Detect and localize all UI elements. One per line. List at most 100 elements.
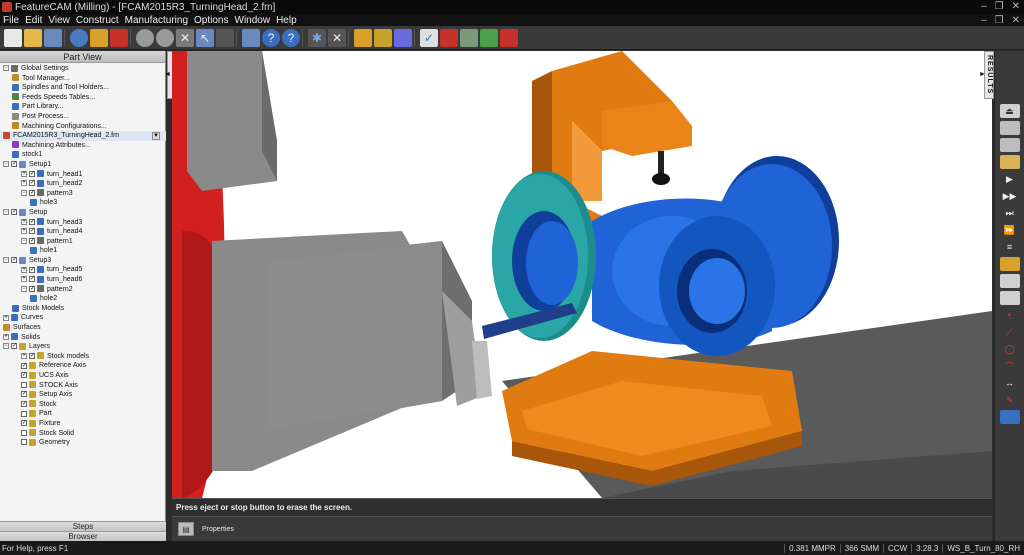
tree-expander-icon[interactable]: +	[21, 180, 27, 187]
doc-minimize-button[interactable]: –	[981, 15, 987, 26]
select-icon[interactable]: ↖	[196, 28, 214, 47]
tree-expander-icon[interactable]: −	[3, 343, 9, 350]
tree-expander-icon[interactable]: −	[3, 209, 9, 216]
tree-item[interactable]: ✓ UCS Axis	[0, 371, 166, 381]
end-icon[interactable]: ⏩	[1000, 223, 1020, 237]
tree-checkbox[interactable]: ✓	[21, 400, 27, 407]
new-icon[interactable]	[4, 28, 22, 47]
document-dropdown-icon[interactable]: ▼	[152, 132, 160, 141]
tree-item[interactable]: ✓ Reference Axis	[0, 361, 166, 371]
tree-item[interactable]: − ✓ Setup3	[0, 256, 166, 266]
tree-checkbox[interactable]	[21, 439, 27, 446]
point-icon[interactable]	[999, 257, 1020, 271]
tree-item[interactable]: Stock Models	[0, 304, 166, 314]
tree-checkbox[interactable]: ✓	[11, 257, 17, 264]
3d-viewport[interactable]	[172, 51, 992, 498]
menu-window[interactable]: Window	[232, 15, 274, 26]
tree-checkbox[interactable]: ✓	[29, 228, 35, 235]
tree-checkbox[interactable]: ✓	[29, 352, 35, 359]
tree-item[interactable]: Part Library...	[0, 102, 166, 112]
simulation-icon[interactable]: ✱	[308, 28, 326, 47]
tree-item[interactable]: + Solids	[0, 333, 166, 343]
tree-checkbox[interactable]: ✓	[29, 170, 35, 177]
toolpath-icon[interactable]: ✕	[328, 28, 346, 47]
tree-expander-icon[interactable]: −	[21, 285, 27, 292]
tree-item[interactable]: FCAM2015R3_TurningHead_2.fm ▼	[0, 131, 166, 141]
erase-icon[interactable]	[110, 28, 128, 47]
tree-expander-icon[interactable]: −	[3, 257, 9, 264]
menu-edit[interactable]: Edit	[22, 15, 45, 26]
menu-view[interactable]: View	[45, 15, 73, 26]
tree-expander-icon[interactable]: +	[21, 170, 27, 177]
dimension-icon[interactable]	[242, 28, 260, 47]
tree-checkbox[interactable]: ✓	[29, 266, 35, 273]
arrow-icon[interactable]	[480, 28, 498, 47]
arc-icon[interactable]: ⟋	[1000, 325, 1020, 339]
tree-item[interactable]: stock1	[0, 150, 166, 160]
tree-checkbox[interactable]: ✓	[21, 391, 27, 398]
tree-item[interactable]: ✓ Setup Axis	[0, 390, 166, 400]
tree-item[interactable]: ✓ Fixture	[0, 419, 166, 429]
tree-item[interactable]: Geometry	[0, 438, 166, 448]
tree-checkbox[interactable]: ✓	[29, 180, 35, 187]
tree-expander-icon[interactable]: +	[21, 352, 27, 359]
tree-checkbox[interactable]: ✓	[21, 420, 27, 427]
zoom-out-icon[interactable]	[156, 28, 174, 47]
tree-item[interactable]: − ✓ Layers	[0, 342, 166, 352]
circle-draw-icon[interactable]: ◯	[1000, 342, 1020, 356]
tree-item[interactable]: + ✓ turn_head4	[0, 227, 166, 237]
box-icon[interactable]	[999, 410, 1020, 424]
tree-item[interactable]: Part	[0, 409, 166, 419]
dimension-tool-icon[interactable]: ↔	[1000, 376, 1020, 390]
tree-item[interactable]: − ✓ pattern3	[0, 189, 166, 199]
tree-item[interactable]: + ✓ turn_head3	[0, 218, 166, 228]
tree-expander-icon[interactable]: −	[3, 161, 9, 168]
curve-icon[interactable]: ⌒	[1000, 359, 1020, 373]
maximize-button[interactable]: ❐	[995, 1, 1004, 12]
tab-browser[interactable]: Browser	[0, 531, 166, 541]
help-icon[interactable]: ?	[282, 28, 300, 47]
tree-item[interactable]: − ✓ pattern1	[0, 237, 166, 247]
tree-item[interactable]: + Curves	[0, 313, 166, 323]
minimize-button[interactable]: –	[981, 1, 987, 12]
tab-steps[interactable]: Steps	[0, 521, 166, 531]
tree-item[interactable]: STOCK Axis	[0, 381, 166, 391]
circle-icon[interactable]	[999, 291, 1020, 305]
tree-item[interactable]: hole2	[0, 294, 166, 304]
tree-checkbox[interactable]: ✓	[29, 285, 35, 292]
tree-item[interactable]: − ✓ Setup	[0, 208, 166, 218]
results-tab[interactable]: RESULTS ►	[979, 51, 994, 99]
menu-help[interactable]: Help	[273, 15, 300, 26]
tree-item[interactable]: Post Process...	[0, 112, 166, 122]
fast-forward-icon[interactable]: ⏭	[1000, 206, 1020, 220]
tree-checkbox[interactable]	[21, 429, 27, 436]
tree-expander-icon[interactable]: −	[3, 65, 9, 72]
menu-file[interactable]: File	[0, 15, 22, 26]
shade-icon[interactable]	[90, 28, 108, 47]
tree-item[interactable]: Surfaces	[0, 323, 166, 333]
menu-manufacturing[interactable]: Manufacturing	[122, 15, 191, 26]
tree-checkbox[interactable]: ✓	[29, 237, 35, 244]
open-icon[interactable]	[24, 28, 42, 47]
tree-item[interactable]: hole3	[0, 198, 166, 208]
pause-icon[interactable]	[999, 138, 1020, 152]
tree-checkbox[interactable]	[21, 381, 27, 388]
stop-icon[interactable]	[999, 121, 1020, 135]
tree-checkbox[interactable]: ✓	[29, 276, 35, 283]
line-icon[interactable]	[999, 274, 1020, 288]
tree-item[interactable]: − ✓ Setup1	[0, 160, 166, 170]
play-mode-icon[interactable]	[999, 155, 1020, 169]
tree-item[interactable]: Machining Attributes...	[0, 141, 166, 151]
tree-checkbox[interactable]	[21, 410, 27, 417]
tree-expander-icon[interactable]: −	[21, 237, 27, 244]
tree-item[interactable]: hole1	[0, 246, 166, 256]
tree-item[interactable]: + ✓ turn_head6	[0, 275, 166, 285]
tree-expander-icon[interactable]: +	[21, 276, 27, 283]
stock-icon[interactable]	[354, 28, 372, 47]
measure-icon[interactable]: ?	[262, 28, 280, 47]
tree-item[interactable]: Stock Solid	[0, 429, 166, 439]
check-icon[interactable]	[374, 28, 392, 47]
tree-expander-icon[interactable]: +	[3, 314, 9, 321]
tree-item[interactable]: Machining Configurations...	[0, 122, 166, 132]
tree-item[interactable]: − Global Settings	[0, 64, 166, 74]
